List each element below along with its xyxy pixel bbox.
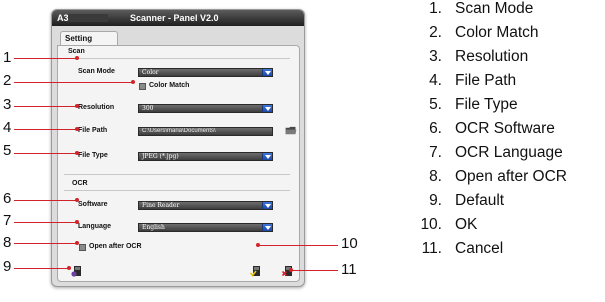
callout-line-10: [258, 245, 338, 246]
chevron-down-icon[interactable]: [262, 153, 272, 160]
chevron-down-icon[interactable]: [262, 105, 272, 112]
open-after-ocr-label: Open after OCR: [89, 243, 142, 250]
legend-item: 1. Scan Mode: [429, 0, 534, 17]
callout-number-4: 4: [3, 119, 12, 136]
callout-line-4: [14, 129, 77, 130]
legend-item: 4. File Path: [429, 72, 517, 89]
ocr-language-value: English: [142, 224, 165, 231]
callout-number-1: 1: [3, 49, 12, 66]
file-path-value: C:\Users\maria\Documents\: [142, 128, 216, 134]
callout-number-8: 8: [3, 234, 12, 251]
file-type-value: JPEG (*.jpg): [142, 153, 179, 160]
resolution-select[interactable]: 300: [138, 104, 273, 113]
folder-icon[interactable]: [285, 126, 297, 135]
callout-dot-11: [289, 268, 293, 272]
scan-mode-value: Color: [142, 69, 159, 76]
ocr-language-select[interactable]: English: [138, 223, 273, 232]
callout-dot-1: [75, 56, 79, 60]
scan-section-title: Scan: [68, 48, 85, 55]
callout-number-9: 9: [3, 258, 12, 275]
legend-item: 3. Resolution: [429, 48, 529, 65]
chevron-down-icon[interactable]: [262, 202, 272, 209]
ocr-divider: [64, 190, 290, 191]
callout-dot-10: [256, 243, 260, 247]
ocr-section-title: OCR: [72, 180, 88, 187]
reset-icon[interactable]: [71, 266, 82, 277]
callout-dot-5: [75, 151, 79, 155]
callout-number-5: 5: [3, 142, 12, 159]
callout-line-8: [14, 243, 77, 244]
scan-mode-select[interactable]: Color: [138, 68, 273, 77]
file-path-input[interactable]: C:\Users\maria\Documents\: [138, 127, 273, 136]
callout-number-10: 10: [341, 235, 358, 252]
file-type-select[interactable]: JPEG (*.jpg): [138, 152, 273, 161]
legend-item: 6. OCR Software: [429, 120, 555, 137]
legend-item: 5. File Type: [429, 96, 518, 113]
callout-line-6: [14, 200, 77, 201]
callout-number-2: 2: [3, 72, 12, 89]
callout-number-3: 3: [3, 96, 12, 113]
resolution-label: Resolution: [78, 104, 115, 111]
callout-line-1: [14, 58, 77, 59]
callout-dot-4: [75, 127, 79, 131]
legend-item: 9. Default: [429, 192, 505, 209]
file-type-label: File Type: [78, 152, 108, 159]
callout-dot-3: [75, 104, 79, 108]
software-label: Software: [78, 201, 108, 208]
callout-line-9: [14, 268, 69, 269]
callout-line-3: [14, 106, 77, 107]
callout-dot-9: [67, 266, 71, 270]
title-redaction: [68, 14, 108, 22]
open-after-ocr-checkbox[interactable]: [79, 244, 86, 251]
chevron-down-icon[interactable]: [262, 69, 272, 76]
ocr-divider-top: [64, 174, 290, 175]
window-title: Scanner - Panel V2.0: [130, 13, 219, 23]
scan-mode-label: Scan Mode: [78, 68, 115, 75]
color-match-checkbox[interactable]: [139, 83, 146, 90]
callout-dot-8: [75, 241, 79, 245]
callout-dot-2: [131, 80, 135, 84]
chevron-down-icon[interactable]: [262, 224, 272, 231]
resolution-value: 300: [142, 105, 154, 112]
callout-dot-7: [75, 220, 79, 224]
legend-item: 8. Open after OCR: [429, 168, 567, 185]
language-label: Language: [78, 223, 112, 230]
legend-item: 11. Cancel: [421, 240, 504, 257]
settings-content: Scan Scan Mode Color Color Match Resolut…: [57, 45, 300, 282]
ok-icon[interactable]: [250, 266, 261, 277]
tab-setting[interactable]: Setting: [60, 31, 118, 45]
callout-line-2: [14, 82, 132, 83]
callout-number-6: 6: [3, 190, 12, 207]
ocr-software-select[interactable]: Fine Reader: [138, 201, 273, 210]
legend-item: 7. OCR Language: [429, 144, 563, 161]
color-match-label: Color Match: [149, 82, 190, 89]
title-bar: A3 Scanner - Panel V2.0: [52, 10, 304, 26]
callout-line-5: [14, 153, 77, 154]
callout-line-7: [14, 222, 77, 223]
file-path-label: File Path: [78, 127, 108, 134]
legend-item: 2. Color Match: [429, 24, 539, 41]
callout-number-11: 11: [341, 261, 357, 278]
legend-item: 10. OK: [420, 216, 478, 233]
ocr-software-value: Fine Reader: [142, 202, 180, 209]
callout-number-7: 7: [3, 212, 12, 229]
scan-divider: [64, 58, 290, 59]
model-label: A3: [57, 13, 69, 23]
callout-line-11: [291, 270, 338, 271]
callout-dot-6: [75, 198, 79, 202]
